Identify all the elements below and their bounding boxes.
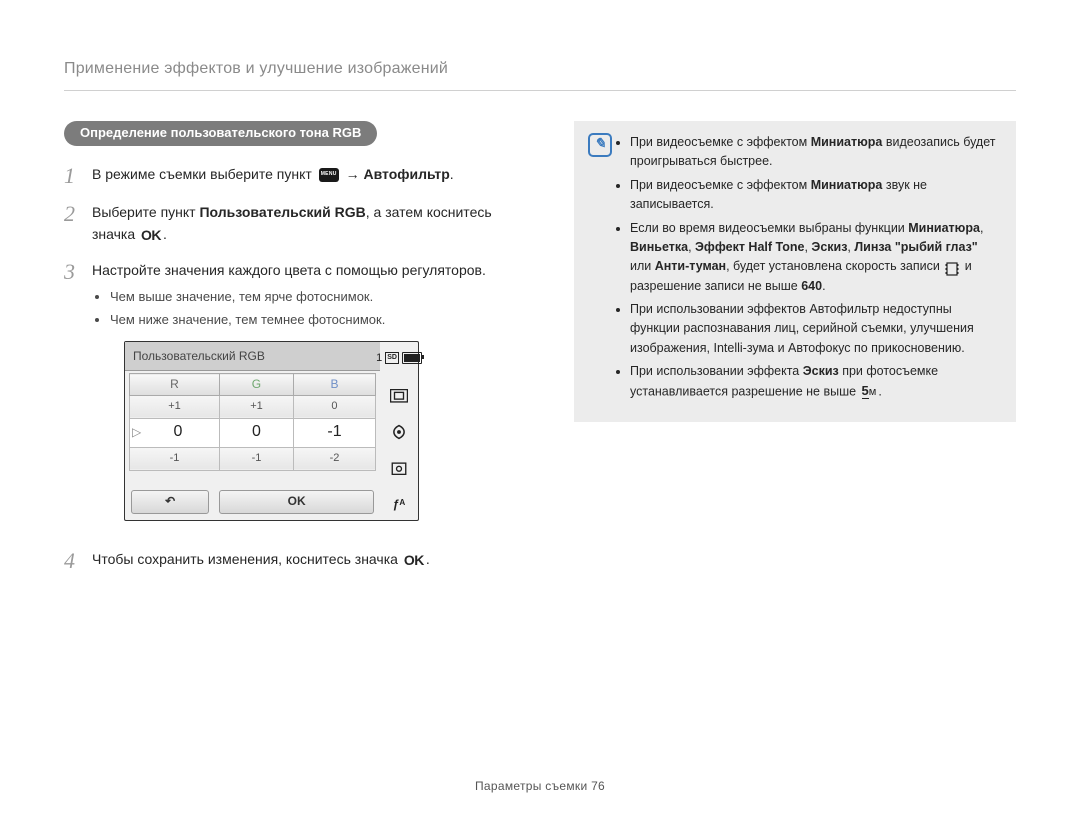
note-text: ,: [688, 240, 695, 254]
note-bold: Линза "рыбий глаз": [854, 240, 977, 254]
step1-dot: .: [450, 166, 454, 182]
col-header-r: R: [130, 374, 220, 396]
focus-icon: [390, 461, 408, 475]
cell[interactable]: -1: [130, 447, 220, 470]
note-item: При использовании эффекта Эскиз при фото…: [630, 362, 998, 402]
col-header-g: G: [219, 374, 293, 396]
menu-icon[interactable]: [319, 168, 339, 182]
step-3: Настройте значения каждого цвета с помощ…: [64, 260, 534, 535]
cell[interactable]: -2: [293, 447, 375, 470]
note-item: Если во время видеосъемки выбраны функци…: [630, 219, 998, 297]
section-badge: Определение пользовательского тона RGB: [64, 121, 377, 146]
film-icon: [945, 262, 959, 276]
note-box: ✎ При видеосъемке с эффектом Миниатюра в…: [574, 121, 1016, 422]
aspect-icon: [390, 389, 408, 403]
status-sidebar: 1 SD: [380, 342, 418, 520]
cell-current[interactable]: -1: [293, 418, 375, 447]
step2-pre: Выберите пункт: [92, 204, 199, 220]
cell[interactable]: +1: [130, 395, 220, 418]
left-column: Определение пользовательского тона RGB В…: [64, 121, 534, 587]
note-item: При видеосъемке с эффектом Миниатюра вид…: [630, 133, 998, 172]
step3-text: Настройте значения каждого цвета с помощ…: [92, 262, 486, 278]
note-icon: ✎: [588, 133, 614, 406]
step1-pre: В режиме съемки выберите пункт: [92, 166, 316, 182]
cell[interactable]: 0: [293, 395, 375, 418]
step3-bullets: Чем выше значение, тем ярче фотоснимок. …: [92, 287, 534, 330]
note-bold: Миниатюра: [811, 178, 883, 192]
note-text: Если во время видеосъемки выбраны функци…: [630, 221, 908, 235]
note-bold: Миниатюра: [908, 221, 980, 235]
breadcrumb: Применение эффектов и улучшение изображе…: [64, 60, 1016, 91]
ok-icon[interactable]: OK: [141, 225, 161, 247]
note-text: или: [630, 259, 655, 273]
cell-current[interactable]: 0: [130, 418, 220, 447]
note-text: При использовании эффекта: [630, 364, 803, 378]
step3-bullet: Чем выше значение, тем ярче фотоснимок.: [110, 287, 534, 307]
note-bold: Эффект Half Tone: [695, 240, 804, 254]
step2-bold: Пользовательский RGB: [199, 204, 365, 220]
device-screenshot: Пользовательский RGB R G B: [124, 341, 419, 521]
step-2: Выберите пункт Пользовательский RGB, а з…: [64, 202, 534, 245]
right-column: ✎ При видеосъемке с эффектом Миниатюра в…: [574, 121, 1016, 587]
step4-pre: Чтобы сохранить изменения, коснитесь зна…: [92, 551, 402, 567]
battery-count: 1: [376, 350, 382, 367]
note-item: При использовании эффектов Автофильтр не…: [630, 300, 998, 358]
rgb-table: R G B +1 +1 0: [129, 373, 376, 471]
fivem-icon: 5м: [862, 381, 877, 401]
cell[interactable]: +1: [219, 395, 293, 418]
col-header-b: B: [293, 374, 375, 396]
step-list: В режиме съемки выберите пункт → Автофил…: [64, 164, 534, 573]
cell[interactable]: -1: [219, 447, 293, 470]
step1-arrow: →: [346, 166, 364, 182]
step2-dot: .: [163, 226, 167, 242]
battery-icon: 1 SD: [376, 350, 422, 367]
step3-bullet: Чем ниже значение, тем темнее фотоснимок…: [110, 310, 534, 330]
note-bold: Виньетка: [630, 240, 688, 254]
note-text: ,: [980, 221, 983, 235]
step1-bold: Автофильтр: [364, 166, 450, 182]
footer: Параметры съемки 76: [0, 779, 1080, 793]
note-bold: Эскиз: [803, 364, 839, 378]
note-item: При видеосъемке с эффектом Миниатюра зву…: [630, 176, 998, 215]
note-text: При видеосъемке с эффектом: [630, 178, 811, 192]
content: Определение пользовательского тона RGB В…: [64, 121, 1016, 587]
note-text: .: [878, 384, 881, 398]
note-list: При видеосъемке с эффектом Миниатюра вид…: [614, 133, 998, 406]
note-bold: Анти-туман: [655, 259, 726, 273]
step-4: Чтобы сохранить изменения, коснитесь зна…: [64, 549, 534, 573]
note-bold: 640: [801, 279, 822, 293]
step4-dot: .: [426, 551, 430, 567]
flash-icon: ƒᴬ: [390, 498, 408, 512]
ok-button[interactable]: OK: [219, 490, 374, 514]
note-text: , будет установлена скорость записи: [726, 259, 943, 273]
ok-icon[interactable]: OK: [404, 550, 424, 572]
step-1: В режиме съемки выберите пункт → Автофил…: [64, 164, 534, 188]
shake-icon: [390, 425, 408, 439]
sd-icon: SD: [385, 352, 399, 365]
note-bold: Миниатюра: [811, 135, 883, 149]
note-text: .: [822, 279, 825, 293]
cell-current[interactable]: 0: [219, 418, 293, 447]
screen-title: Пользовательский RGB: [125, 342, 380, 372]
back-button[interactable]: ↶: [131, 490, 209, 514]
note-text: При видеосъемке с эффектом: [630, 135, 811, 149]
note-bold: Эскиз: [811, 240, 847, 254]
